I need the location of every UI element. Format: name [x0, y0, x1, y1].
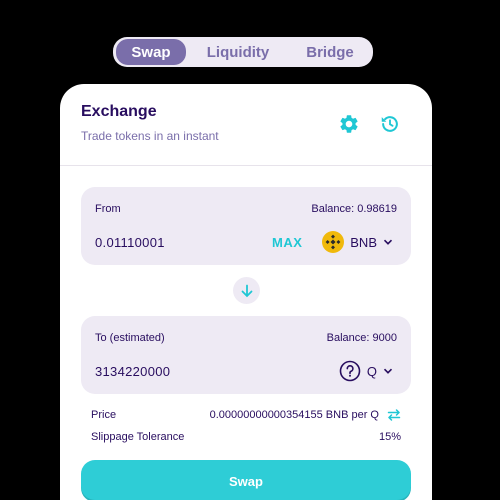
to-amount-input[interactable]: 3134220000: [95, 364, 170, 379]
from-token-symbol: BNB: [350, 234, 377, 250]
price-value-group: 0.00000000000354155 BNB per Q: [210, 408, 401, 422]
from-token-selector[interactable]: BNB: [322, 230, 393, 254]
price-label: Price: [91, 409, 117, 421]
price-row: Price 0.00000000000354155 BNB per Q: [91, 408, 401, 422]
to-label: To (estimated): [95, 332, 165, 344]
tab-swap[interactable]: Swap: [116, 39, 186, 65]
arrow-down-icon: [241, 284, 252, 297]
swap-tab-switcher: Swap Liquidity Bridge: [113, 37, 373, 67]
page-subtitle: Trade tokens in an instant: [81, 129, 219, 143]
switch-direction-button[interactable]: [233, 277, 260, 304]
tab-bridge[interactable]: Bridge: [290, 39, 370, 65]
from-panel: From Balance: 0.98619 0.01110001 MAX BNB: [81, 187, 411, 265]
slippage-value: 15%: [378, 431, 401, 443]
page-title: Exchange: [81, 103, 157, 120]
swap-button[interactable]: Swap: [81, 460, 411, 500]
card-header: Exchange Trade tokens in an instant: [60, 84, 432, 166]
from-amount-input[interactable]: 0.01110001: [95, 235, 165, 250]
slippage-label: Slippage Tolerance: [91, 431, 185, 443]
from-label: From: [95, 203, 121, 215]
to-panel: To (estimated) Balance: 9000 3134220000 …: [81, 316, 411, 394]
to-balance: Balance: 9000: [326, 332, 397, 344]
to-token-symbol: Q: [366, 363, 377, 379]
exchange-card: Exchange Trade tokens in an instant From…: [60, 84, 432, 500]
chevron-down-icon: [383, 239, 393, 245]
slippage-row: Slippage Tolerance 15%: [91, 431, 401, 443]
gear-icon[interactable]: [338, 113, 360, 135]
question-token-icon: [339, 360, 361, 382]
bnb-token-icon: [322, 231, 345, 253]
to-token-selector[interactable]: Q: [339, 359, 393, 383]
chevron-down-icon: [383, 368, 393, 374]
price-value: 0.00000000000354155 BNB per Q: [209, 409, 379, 421]
from-balance: Balance: 0.98619: [311, 203, 397, 215]
tab-liquidity[interactable]: Liquidity: [186, 39, 290, 65]
swap-arrows-icon[interactable]: [387, 408, 401, 422]
history-icon[interactable]: [379, 113, 401, 135]
max-button[interactable]: MAX: [272, 235, 302, 250]
